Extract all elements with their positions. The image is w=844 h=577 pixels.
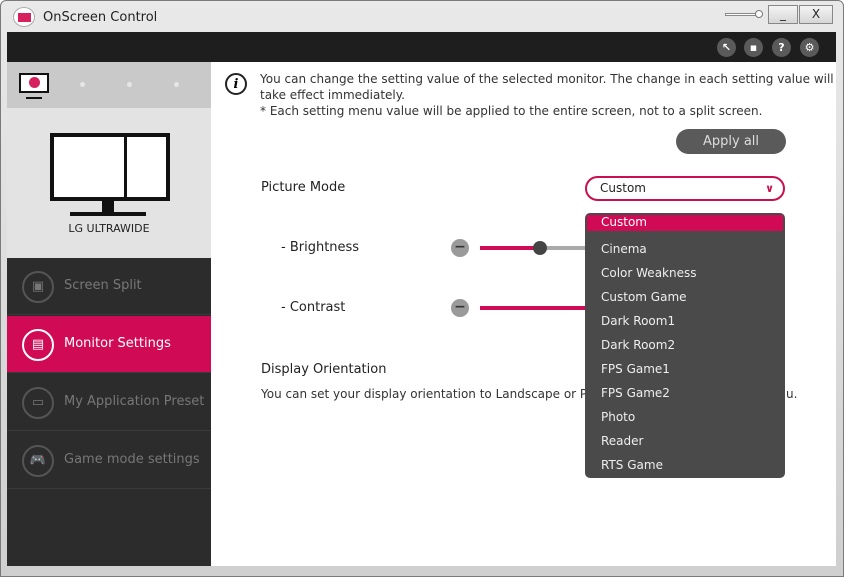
dropdown-option[interactable]: Custom Game	[585, 287, 785, 311]
top-toolbar: ↖ ▪ ? ⚙	[7, 32, 836, 62]
dropdown-option[interactable]: Reader	[585, 431, 785, 455]
help-icon[interactable]: ?	[772, 38, 791, 57]
monitor-slot[interactable]	[174, 82, 179, 87]
chevron-down-icon: ∨	[765, 182, 774, 195]
monitor-selector	[7, 62, 211, 108]
monitor-settings-icon: ▤	[22, 329, 54, 361]
dropdown-option[interactable]: Color Weakness	[585, 263, 785, 287]
gear-icon[interactable]: ⚙	[800, 38, 819, 57]
apply-all-button[interactable]: Apply all	[676, 129, 786, 154]
contrast-label: - Contrast	[281, 300, 346, 315]
info-text: You can change the setting value of the …	[260, 71, 835, 119]
monitor-split-icon	[50, 133, 170, 201]
sidebar-item-label: Screen Split	[64, 278, 142, 293]
monitor-slot[interactable]	[80, 82, 85, 87]
monitor-preview: LG ULTRAWIDE	[7, 108, 211, 258]
minimize-button[interactable]: _	[768, 5, 798, 24]
screen-icon[interactable]: ▪	[744, 38, 763, 57]
orientation-description-end: u.	[786, 387, 798, 401]
dropdown-option[interactable]: Photo	[585, 407, 785, 431]
contrast-decrease-button[interactable]: −	[451, 299, 469, 317]
display-orientation-label: Display Orientation	[261, 362, 387, 377]
screen-split-icon: ▣	[22, 271, 54, 303]
picture-mode-dropdown: Custom Cinema Color Weakness Custom Game Dar…	[585, 213, 785, 478]
dropdown-option[interactable]: RTS Game	[585, 455, 785, 479]
gamepad-icon: 🎮	[22, 445, 54, 477]
dropdown-option[interactable]: Dark Room2	[585, 335, 785, 359]
brightness-label: - Brightness	[281, 240, 360, 255]
picture-mode-label: Picture Mode	[261, 180, 346, 195]
monitor-name: LG ULTRAWIDE	[68, 222, 150, 235]
window-title: OnScreen Control	[43, 10, 158, 25]
dropdown-option[interactable]: FPS Game2	[585, 383, 785, 407]
close-button[interactable]: X	[799, 5, 833, 24]
picture-mode-select[interactable]: Custom ∨	[585, 176, 785, 201]
sidebar-item-game-mode[interactable]: 🎮 Game mode settings	[7, 432, 211, 489]
info-line: You can change the setting value of the …	[260, 72, 834, 102]
sidebar-item-label: Game mode settings	[64, 452, 200, 467]
monitor-slot[interactable]	[127, 82, 132, 87]
sidebar: LG ULTRAWIDE ▣ Screen Split ▤ Monitor Se…	[7, 62, 211, 566]
app-logo-icon	[13, 7, 35, 27]
brightness-decrease-button[interactable]: −	[451, 239, 469, 257]
sidebar-item-app-preset[interactable]: ▭ My Application Preset	[7, 374, 211, 431]
orientation-description: You can set your display orientation to …	[261, 387, 609, 401]
dropdown-option[interactable]: Cinema	[585, 239, 785, 263]
app-preset-icon: ▭	[22, 387, 54, 419]
sidebar-item-monitor-settings[interactable]: ▤ Monitor Settings	[7, 316, 211, 373]
info-icon: i	[225, 73, 247, 95]
slider-handle[interactable]	[533, 241, 547, 255]
sidebar-item-screen-split[interactable]: ▣ Screen Split	[7, 258, 211, 315]
cursor-icon[interactable]: ↖	[717, 38, 736, 57]
dropdown-option[interactable]: Dark Room1	[585, 311, 785, 335]
info-line: * Each setting menu value will be applie…	[260, 104, 763, 118]
title-bar: OnScreen Control _ X	[1, 1, 843, 33]
select-value: Custom	[600, 181, 646, 195]
monitor-selected-icon[interactable]	[19, 73, 49, 99]
sidebar-item-label: My Application Preset	[64, 394, 205, 409]
sidebar-item-label: Monitor Settings	[64, 336, 171, 351]
dropdown-option[interactable]: Custom	[587, 215, 783, 231]
opacity-slider[interactable]	[725, 10, 763, 18]
dropdown-option[interactable]: FPS Game1	[585, 359, 785, 383]
